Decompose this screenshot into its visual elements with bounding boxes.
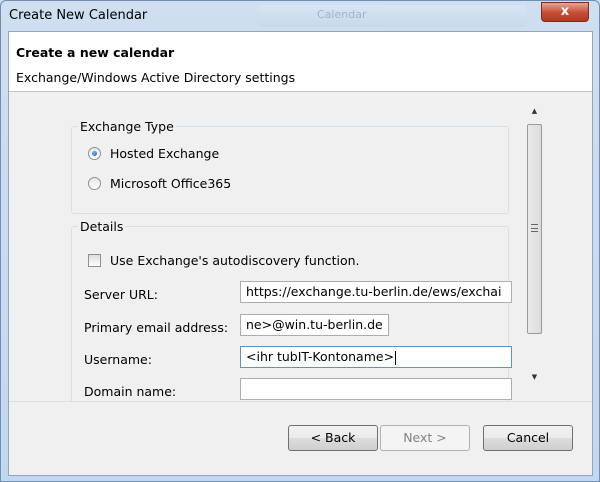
- server-url-input[interactable]: https://exchange.tu-berlin.de/ews/exchai: [240, 281, 512, 303]
- background-window-title: Calendar: [317, 8, 367, 21]
- vertical-scrollbar[interactable]: ▲ ▼: [526, 103, 543, 386]
- wizard-header: Create a new calendar Exchange/Windows A…: [9, 32, 592, 92]
- scrollbar-grip-icon: [531, 224, 538, 232]
- scroll-up-arrow-icon[interactable]: ▲: [526, 103, 543, 120]
- username-label: Username:: [84, 352, 152, 367]
- domain-name-label: Domain name:: [84, 384, 177, 399]
- autodiscovery-checkbox-row[interactable]: Use Exchange's autodiscovery function.: [88, 253, 360, 268]
- window-title: Create New Calendar: [9, 8, 148, 23]
- autodiscovery-label[interactable]: Use Exchange's autodiscovery function.: [110, 253, 360, 268]
- text-caret: [395, 350, 397, 365]
- server-url-label: Server URL:: [84, 287, 158, 302]
- username-input[interactable]: <ihr tubIT-Kontoname>: [240, 346, 512, 368]
- radio-button-unselected[interactable]: [88, 177, 101, 190]
- next-button[interactable]: Next >: [380, 425, 470, 451]
- exchange-type-legend: Exchange Type: [78, 119, 176, 134]
- exchange-type-group: Exchange Type Hosted Exchange Microsoft …: [71, 119, 509, 214]
- scroll-down-arrow-icon[interactable]: ▼: [526, 369, 543, 386]
- scrollbar-thumb[interactable]: [527, 124, 542, 334]
- username-value: <ihr tubIT-Kontoname>: [246, 349, 395, 364]
- close-icon: x: [560, 4, 570, 19]
- dialog-client-area: Create a new calendar Exchange/Windows A…: [8, 31, 593, 476]
- footer-divider: [9, 401, 592, 402]
- dialog-window: Create New Calendar Calendar x Create a …: [0, 0, 600, 482]
- radio-microsoft-office365[interactable]: Microsoft Office365: [88, 176, 231, 191]
- primary-email-label: Primary email address:: [84, 320, 229, 335]
- title-bar[interactable]: Create New Calendar Calendar x: [1, 1, 599, 31]
- autodiscovery-checkbox[interactable]: [88, 254, 101, 267]
- radio-label-microsoft-office365[interactable]: Microsoft Office365: [110, 176, 231, 191]
- domain-name-input[interactable]: [240, 378, 512, 400]
- primary-email-input[interactable]: ne>@win.tu-berlin.de: [240, 314, 389, 336]
- details-legend: Details: [78, 219, 126, 234]
- radio-label-hosted-exchange[interactable]: Hosted Exchange: [110, 146, 219, 161]
- radio-button-selected[interactable]: [88, 147, 101, 160]
- radio-hosted-exchange[interactable]: Hosted Exchange: [88, 146, 219, 161]
- cancel-button[interactable]: Cancel: [483, 425, 573, 451]
- settings-scroll-area[interactable]: Exchange Type Hosted Exchange Microsoft …: [9, 93, 592, 401]
- back-button[interactable]: < Back: [288, 425, 378, 451]
- background-window-tab: Calendar: [257, 5, 527, 27]
- wizard-subtitle: Exchange/Windows Active Directory settin…: [16, 70, 296, 85]
- close-button[interactable]: x: [541, 2, 589, 22]
- details-group: Details Use Exchange's autodiscovery fun…: [71, 219, 512, 401]
- wizard-title: Create a new calendar: [16, 45, 175, 60]
